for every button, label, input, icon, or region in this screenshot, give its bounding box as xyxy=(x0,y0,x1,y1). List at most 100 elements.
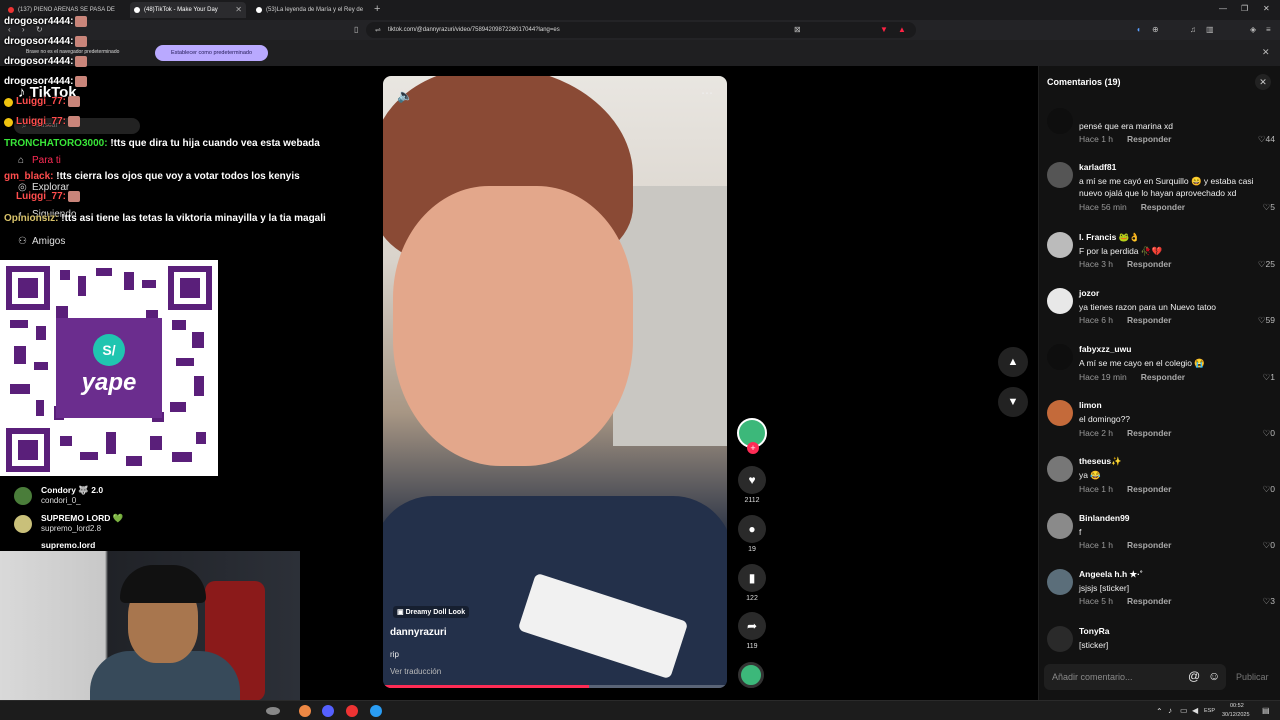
avatar[interactable] xyxy=(1047,400,1073,426)
comment-user[interactable]: karladf81 xyxy=(1079,162,1116,172)
network-icon[interactable]: ▭ xyxy=(1180,706,1188,715)
comment-user[interactable]: I. Francis 🐸👌 xyxy=(1079,232,1140,243)
discord-icon[interactable] xyxy=(322,705,334,717)
sidebar-icon[interactable]: ▥ xyxy=(1206,25,1214,34)
reply-button[interactable]: Responder xyxy=(1127,484,1171,494)
chat-line: drogosor4444: xyxy=(4,56,88,67)
mention-icon[interactable]: @ xyxy=(1188,669,1200,683)
avatar[interactable] xyxy=(1047,626,1073,652)
close-infobar-icon[interactable]: ✕ xyxy=(1262,47,1270,58)
video-author[interactable]: dannyrazuri xyxy=(390,627,447,638)
heart-icon[interactable]: ♥ xyxy=(738,466,766,494)
language-indicator[interactable]: ESP xyxy=(1204,708,1215,714)
save-action[interactable]: ▮ 122 xyxy=(736,564,768,602)
avatar[interactable] xyxy=(1047,569,1073,595)
close-comments-icon[interactable]: ✕ xyxy=(1255,74,1271,90)
avatar[interactable] xyxy=(1047,108,1073,134)
comment-user[interactable]: limon xyxy=(1079,400,1102,410)
reply-button[interactable]: Responder xyxy=(1141,372,1185,382)
set-default-button[interactable]: Establecer como predeterminado xyxy=(155,45,268,61)
share-icon[interactable]: ➦ xyxy=(738,612,766,640)
comment-like[interactable]: ♡0 xyxy=(1263,484,1275,495)
effect-tag[interactable]: ▣ Dreamy Doll Look xyxy=(393,606,470,618)
obs-icon[interactable] xyxy=(346,705,358,717)
comment-user[interactable]: Angeela h.h ★·˚ xyxy=(1079,569,1143,580)
comment-user[interactable]: theseus✨ xyxy=(1079,456,1122,467)
avatar[interactable] xyxy=(1047,162,1073,188)
url-bar[interactable]: ⇌ tiktok.com/@dannyrazuri/video/75894209… xyxy=(366,22,916,38)
vpn-icon[interactable]: ◈ xyxy=(1250,25,1256,34)
comment-user[interactable]: Binlanden99 xyxy=(1079,513,1130,523)
avatar[interactable] xyxy=(1047,344,1073,370)
comment-like[interactable]: ♡0 xyxy=(1263,428,1275,439)
publish-button[interactable]: Publicar xyxy=(1236,672,1269,682)
reply-button[interactable]: Responder xyxy=(1127,134,1171,144)
tray-chevron-icon[interactable]: ⌃ xyxy=(1156,707,1163,716)
previous-video-button[interactable]: ▲ xyxy=(998,347,1028,377)
avatar[interactable] xyxy=(1047,456,1073,482)
next-video-button[interactable]: ▼ xyxy=(998,387,1028,417)
brave-rewards-icon[interactable]: ▲ xyxy=(898,25,906,34)
comment-icon[interactable]: ● xyxy=(738,515,766,543)
nav-friends[interactable]: ⚇ Amigos xyxy=(18,236,65,247)
avatar[interactable] xyxy=(1047,288,1073,314)
tab-tiktok[interactable]: (48)TikTok - Make Your Day ✕ xyxy=(130,2,246,18)
comment-user[interactable]: TonyRa xyxy=(1079,626,1110,636)
media-icon[interactable]: ♫ xyxy=(1190,25,1196,34)
see-translation-link[interactable]: Ver traducción xyxy=(390,667,441,676)
author-avatar[interactable]: + xyxy=(737,418,767,454)
chrome-icon[interactable] xyxy=(299,705,311,717)
video-player[interactable]: 🔈 ⋯ ▣ Dreamy Doll Look dannyrazuri rip V… xyxy=(383,76,727,688)
volume-tray-icon[interactable]: ◀ xyxy=(1192,706,1198,715)
music-disc-icon[interactable] xyxy=(738,662,764,688)
reply-button[interactable]: Responder xyxy=(1127,259,1171,269)
clock-time[interactable]: 00:52 xyxy=(1230,703,1244,709)
extensions-icon[interactable]: ⊕ xyxy=(1152,25,1159,34)
bookmark-icon[interactable]: ▯ xyxy=(354,25,358,34)
comment-action[interactable]: ● 19 xyxy=(736,515,768,553)
minimize-icon[interactable]: — xyxy=(1219,4,1227,13)
follow-plus-icon[interactable]: + xyxy=(747,442,759,454)
tab-tiktok-2[interactable]: (53)La leyenda de María y el Rey de xyxy=(252,2,368,18)
bookmark-icon[interactable]: ▮ xyxy=(738,564,766,592)
close-window-icon[interactable]: ✕ xyxy=(1263,4,1270,13)
comment-like[interactable]: ♡59 xyxy=(1258,315,1275,326)
reply-button[interactable]: Responder xyxy=(1127,540,1171,550)
more-options-icon[interactable]: ⋯ xyxy=(701,86,713,100)
reply-button[interactable]: Responder xyxy=(1141,202,1185,212)
comment-like[interactable]: ♡5 xyxy=(1263,202,1275,213)
wallet-icon[interactable]: ◖ xyxy=(1136,25,1141,34)
close-tab-icon[interactable]: ✕ xyxy=(235,5,242,14)
avatar[interactable] xyxy=(1047,232,1073,258)
taskview-icon[interactable] xyxy=(266,707,280,715)
volume-icon[interactable]: 🔈 xyxy=(397,88,413,104)
comment-like[interactable]: ♡25 xyxy=(1258,259,1275,270)
share-action[interactable]: ➦ 119 xyxy=(736,612,768,650)
chat-text: !tts que dira tu hija cuando vea esta we… xyxy=(110,138,320,149)
effect-icon: ▣ xyxy=(397,609,404,616)
reply-button[interactable]: Responder xyxy=(1127,315,1171,325)
reply-button[interactable]: Responder xyxy=(1127,596,1171,606)
brave-shields-icon[interactable]: ▼ xyxy=(880,25,888,34)
nav-for-you[interactable]: ⌂ Para ti xyxy=(18,155,61,166)
mic-icon[interactable]: ♪ xyxy=(1168,706,1172,715)
comment-like[interactable]: ♡0 xyxy=(1263,540,1275,551)
reader-icon[interactable]: ⊠ xyxy=(794,25,801,34)
menu-icon[interactable]: ≡ xyxy=(1266,25,1271,34)
like-action[interactable]: ♥ 2112 xyxy=(736,466,768,504)
video-progress-bar[interactable] xyxy=(383,685,727,688)
comment-user[interactable]: fabyxzz_uwu xyxy=(1079,344,1131,354)
maximize-icon[interactable]: ❐ xyxy=(1241,4,1248,13)
comment-like[interactable]: ♡3 xyxy=(1263,596,1275,607)
reply-button[interactable]: Responder xyxy=(1127,428,1171,438)
telegram-icon[interactable] xyxy=(370,705,382,717)
new-tab-icon[interactable]: + xyxy=(374,3,380,15)
comment-like[interactable]: ♡1 xyxy=(1263,372,1275,383)
comment-user[interactable]: jozor xyxy=(1079,288,1099,298)
avatar[interactable] xyxy=(1047,513,1073,539)
comment-like[interactable]: ♡44 xyxy=(1258,134,1275,145)
emoji-icon[interactable]: ☺ xyxy=(1208,669,1220,683)
notifications-icon[interactable]: ▤ xyxy=(1262,706,1270,715)
site-info-icon[interactable]: ⇌ xyxy=(375,26,381,34)
clock-date[interactable]: 30/12/2025 xyxy=(1222,712,1250,718)
